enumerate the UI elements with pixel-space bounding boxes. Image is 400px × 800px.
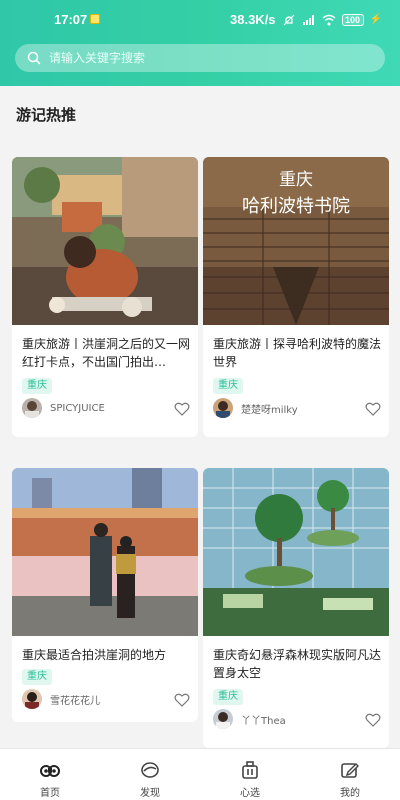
travel-card-title[interactable]: 重庆旅游丨洪崖洞之后的又一网红打卡点，不出国门拍出… xyxy=(22,335,192,371)
travel-card-tag[interactable]: 重庆 xyxy=(213,689,243,705)
network-speed: 38.3K/s xyxy=(230,12,276,27)
travel-card-tag[interactable]: 重庆 xyxy=(22,378,52,394)
heart-icon[interactable] xyxy=(174,402,190,416)
nav-item-selection[interactable]: 心选 xyxy=(220,755,280,799)
travel-card-title[interactable]: 重庆最适合拍洪崖洞的地方 xyxy=(22,646,192,664)
avatar xyxy=(213,709,233,729)
avatar xyxy=(22,689,42,709)
couple-riverside-hongyadong xyxy=(12,468,198,636)
travel-card-image[interactable] xyxy=(12,157,198,325)
glass-dome-forest xyxy=(203,468,389,636)
battery-icon: 100 xyxy=(341,13,364,26)
avatar xyxy=(213,398,233,418)
search-bar[interactable] xyxy=(15,44,385,72)
header: 17:07 38.3K/s 100 ⚡ xyxy=(0,0,400,86)
travel-card-author[interactable]: 楚楚呀milky xyxy=(213,398,298,418)
travel-card-author[interactable]: 丫丫Thea xyxy=(213,709,286,729)
travel-card-tag[interactable]: 重庆 xyxy=(22,669,52,685)
heart-icon[interactable] xyxy=(174,693,190,707)
edit-icon xyxy=(341,763,359,778)
nav-label: 发现 xyxy=(140,788,160,799)
status-time: 17:07 xyxy=(54,12,88,27)
content-area[interactable]: 游记热推 重庆旅游丨洪崖洞之后的又一网红打卡点，不出国门拍出… 重庆 SPICY… xyxy=(0,86,400,748)
nav-item-discover[interactable]: 发现 xyxy=(120,755,180,799)
travel-card[interactable]: 重庆 哈利波特书院 重庆旅游丨探寻哈利波特的魔法世界 重庆 楚楚呀milky xyxy=(203,157,389,437)
nav-item-home[interactable]: 首页 xyxy=(20,755,80,799)
library-title-line2: 哈利波特书院 xyxy=(242,196,350,217)
search-input[interactable] xyxy=(49,47,369,69)
status-bar: 17:07 38.3K/s 100 ⚡ xyxy=(0,0,400,38)
binoculars-icon xyxy=(40,765,60,777)
travel-card-author[interactable]: SPICYJUICE xyxy=(22,398,105,418)
travel-card-image[interactable] xyxy=(203,468,389,636)
bottom-nav: 首页 发现 心选 我的 xyxy=(0,748,400,800)
status-right: 38.3K/s 100 ⚡ xyxy=(230,12,382,27)
notification-app-icon xyxy=(90,14,100,24)
author-name: 楚楚呀milky xyxy=(241,404,298,416)
travel-card-image[interactable]: 重庆 哈利波特书院 xyxy=(203,157,389,325)
author-name: SPICYJUICE xyxy=(50,402,105,414)
author-name: 雪花花花儿 xyxy=(50,695,100,707)
travel-card[interactable]: 重庆奇幻悬浮森林现实版阿凡达置身太空 重庆 丫丫Thea xyxy=(203,468,389,748)
library-title-line1: 重庆 xyxy=(279,170,313,190)
heart-icon[interactable] xyxy=(365,713,381,727)
mute-bell-icon xyxy=(283,14,294,25)
wifi-icon xyxy=(322,14,335,25)
discover-icon xyxy=(141,762,159,778)
author-name: 丫丫Thea xyxy=(241,715,286,727)
signal-icon xyxy=(302,14,314,25)
nav-label: 首页 xyxy=(40,788,60,799)
charging-icon: ⚡ xyxy=(369,14,382,25)
avatar xyxy=(22,398,42,418)
heart-icon[interactable] xyxy=(365,402,381,416)
nav-label: 我的 xyxy=(340,788,360,799)
travel-card-title[interactable]: 重庆旅游丨探寻哈利波特的魔法世界 xyxy=(213,335,383,371)
nav-item-profile[interactable]: 我的 xyxy=(320,755,380,799)
library-bookshelves: 重庆 哈利波特书院 xyxy=(203,157,389,325)
nav-label: 心选 xyxy=(240,788,260,799)
travel-card-title[interactable]: 重庆奇幻悬浮森林现实版阿凡达置身太空 xyxy=(213,646,383,682)
search-icon xyxy=(27,51,41,65)
travel-card-tag[interactable]: 重庆 xyxy=(213,378,243,394)
travel-card[interactable]: 重庆最适合拍洪崖洞的地方 重庆 雪花花花儿 xyxy=(12,468,198,722)
travel-card[interactable]: 重庆旅游丨洪崖洞之后的又一网红打卡点，不出国门拍出… 重庆 SPICYJUICE xyxy=(12,157,198,437)
travel-card-author[interactable]: 雪花花花儿 xyxy=(22,689,100,709)
section-title: 游记热推 xyxy=(16,106,77,124)
luggage-icon xyxy=(242,761,258,779)
travel-photo-woman-dining xyxy=(12,157,198,325)
travel-card-image[interactable] xyxy=(12,468,198,636)
